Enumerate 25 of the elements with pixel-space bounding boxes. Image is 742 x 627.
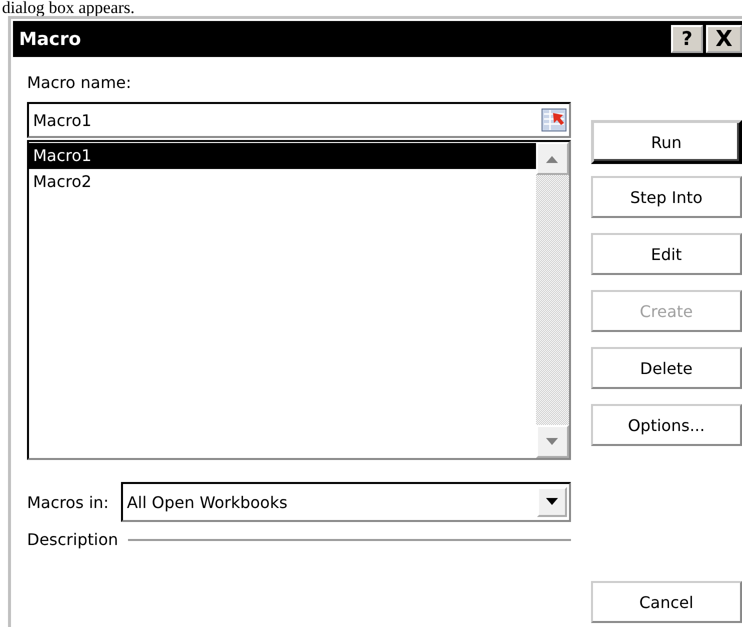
up-arrow-icon xyxy=(545,154,560,162)
section-label: Description xyxy=(27,530,118,549)
cancel-button[interactable]: Cancel xyxy=(590,581,742,623)
scroll-up-button[interactable] xyxy=(536,142,569,175)
macros-in-dropdown[interactable]: All Open Workbooks xyxy=(120,482,571,522)
dialog-button[interactable]: Step Into xyxy=(590,176,742,218)
macro-name-field[interactable]: Macro1 xyxy=(27,102,571,138)
field-label: Macro name: xyxy=(27,73,132,93)
dropdown-button[interactable] xyxy=(536,487,567,517)
window-title: Macro xyxy=(19,28,81,50)
macro-list-item[interactable]: Macro1 xyxy=(29,143,536,169)
dialog-button[interactable]: Edit xyxy=(590,233,742,275)
dialog-button[interactable]: Options... xyxy=(590,404,742,446)
document-text: dialog box appears. xyxy=(1,0,135,16)
dropdown-value: All Open Workbooks xyxy=(126,492,288,512)
dialog-button[interactable]: Run xyxy=(590,120,742,164)
scrollbar[interactable] xyxy=(536,142,569,458)
caret-icon xyxy=(544,498,559,506)
down-arrow-icon xyxy=(545,438,560,446)
dialog-button[interactable]: Delete xyxy=(590,347,742,389)
field-label: Macros in: xyxy=(27,492,109,512)
scroll-down-button[interactable] xyxy=(536,425,569,458)
help-button[interactable]: ? xyxy=(671,25,703,53)
collapse-dialog-icon[interactable] xyxy=(540,108,567,132)
close-button[interactable]: X xyxy=(706,25,742,53)
